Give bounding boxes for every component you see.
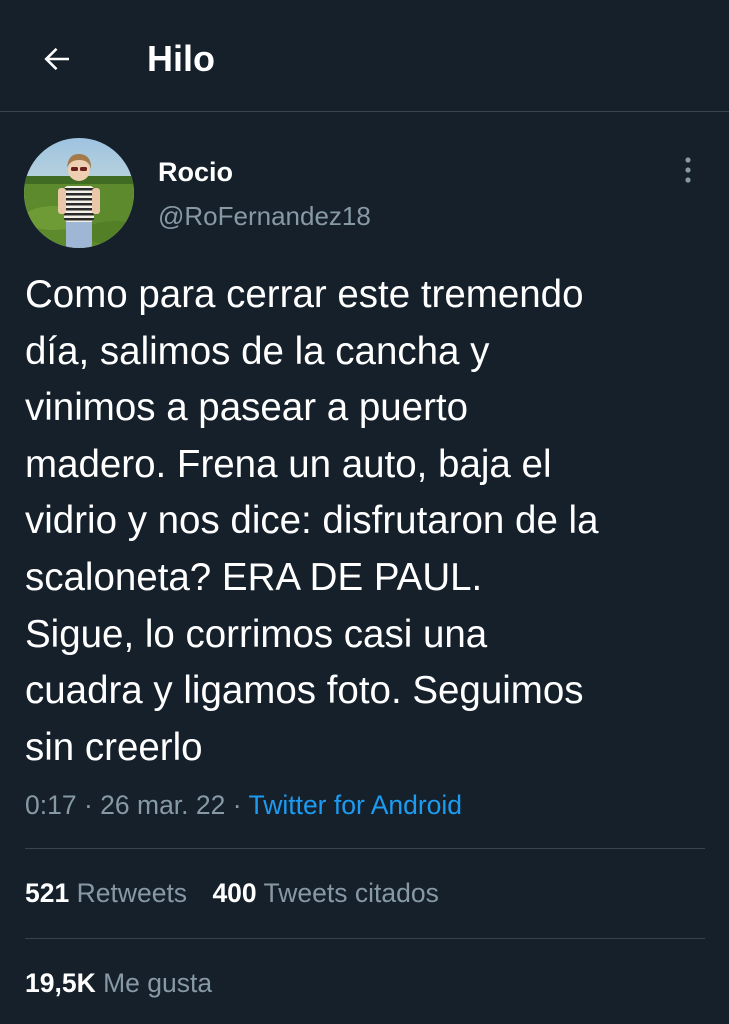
avatar[interactable]: [24, 138, 134, 248]
quotes-count: 400: [212, 878, 257, 908]
retweets-label: Retweets: [76, 878, 188, 908]
divider: [25, 848, 705, 849]
tweet-source-link[interactable]: Twitter for Android: [248, 790, 462, 820]
likes-stat[interactable]: 19,5K Me gusta: [25, 963, 212, 1003]
quotes-label: Tweets citados: [263, 878, 439, 908]
tweet-date: 26 mar. 22: [100, 790, 226, 820]
more-vertical-icon: [685, 157, 691, 183]
retweets-count: 521: [25, 878, 70, 908]
meta-separator: ·: [83, 790, 93, 820]
author-handle[interactable]: @RoFernandez18: [158, 199, 371, 233]
top-bar: Hilo: [0, 0, 729, 112]
divider: [25, 938, 705, 939]
likes-label: Me gusta: [103, 968, 213, 998]
retweets-stat[interactable]: 521 Retweets: [25, 873, 187, 913]
page-title: Hilo: [147, 38, 215, 79]
arrow-left-icon: [44, 47, 69, 71]
likes-count: 19,5K: [25, 968, 96, 998]
more-options-button[interactable]: [670, 152, 706, 188]
tweet-meta: 0:17 · 26 mar. 22 · Twitter for Android: [25, 785, 462, 825]
retweet-stats-row: 521 Retweets 400 Tweets citados: [25, 873, 439, 913]
quote-tweets-stat[interactable]: 400 Tweets citados: [212, 873, 438, 913]
author-name[interactable]: Rocio: [158, 155, 233, 189]
tweet-text: Como para cerrar este tremendo día, sali…: [25, 273, 599, 769]
likes-stats-row: 19,5K Me gusta: [25, 963, 212, 1003]
meta-separator: ·: [232, 790, 242, 820]
tweet-time: 0:17: [25, 790, 77, 820]
back-button[interactable]: [34, 36, 80, 82]
